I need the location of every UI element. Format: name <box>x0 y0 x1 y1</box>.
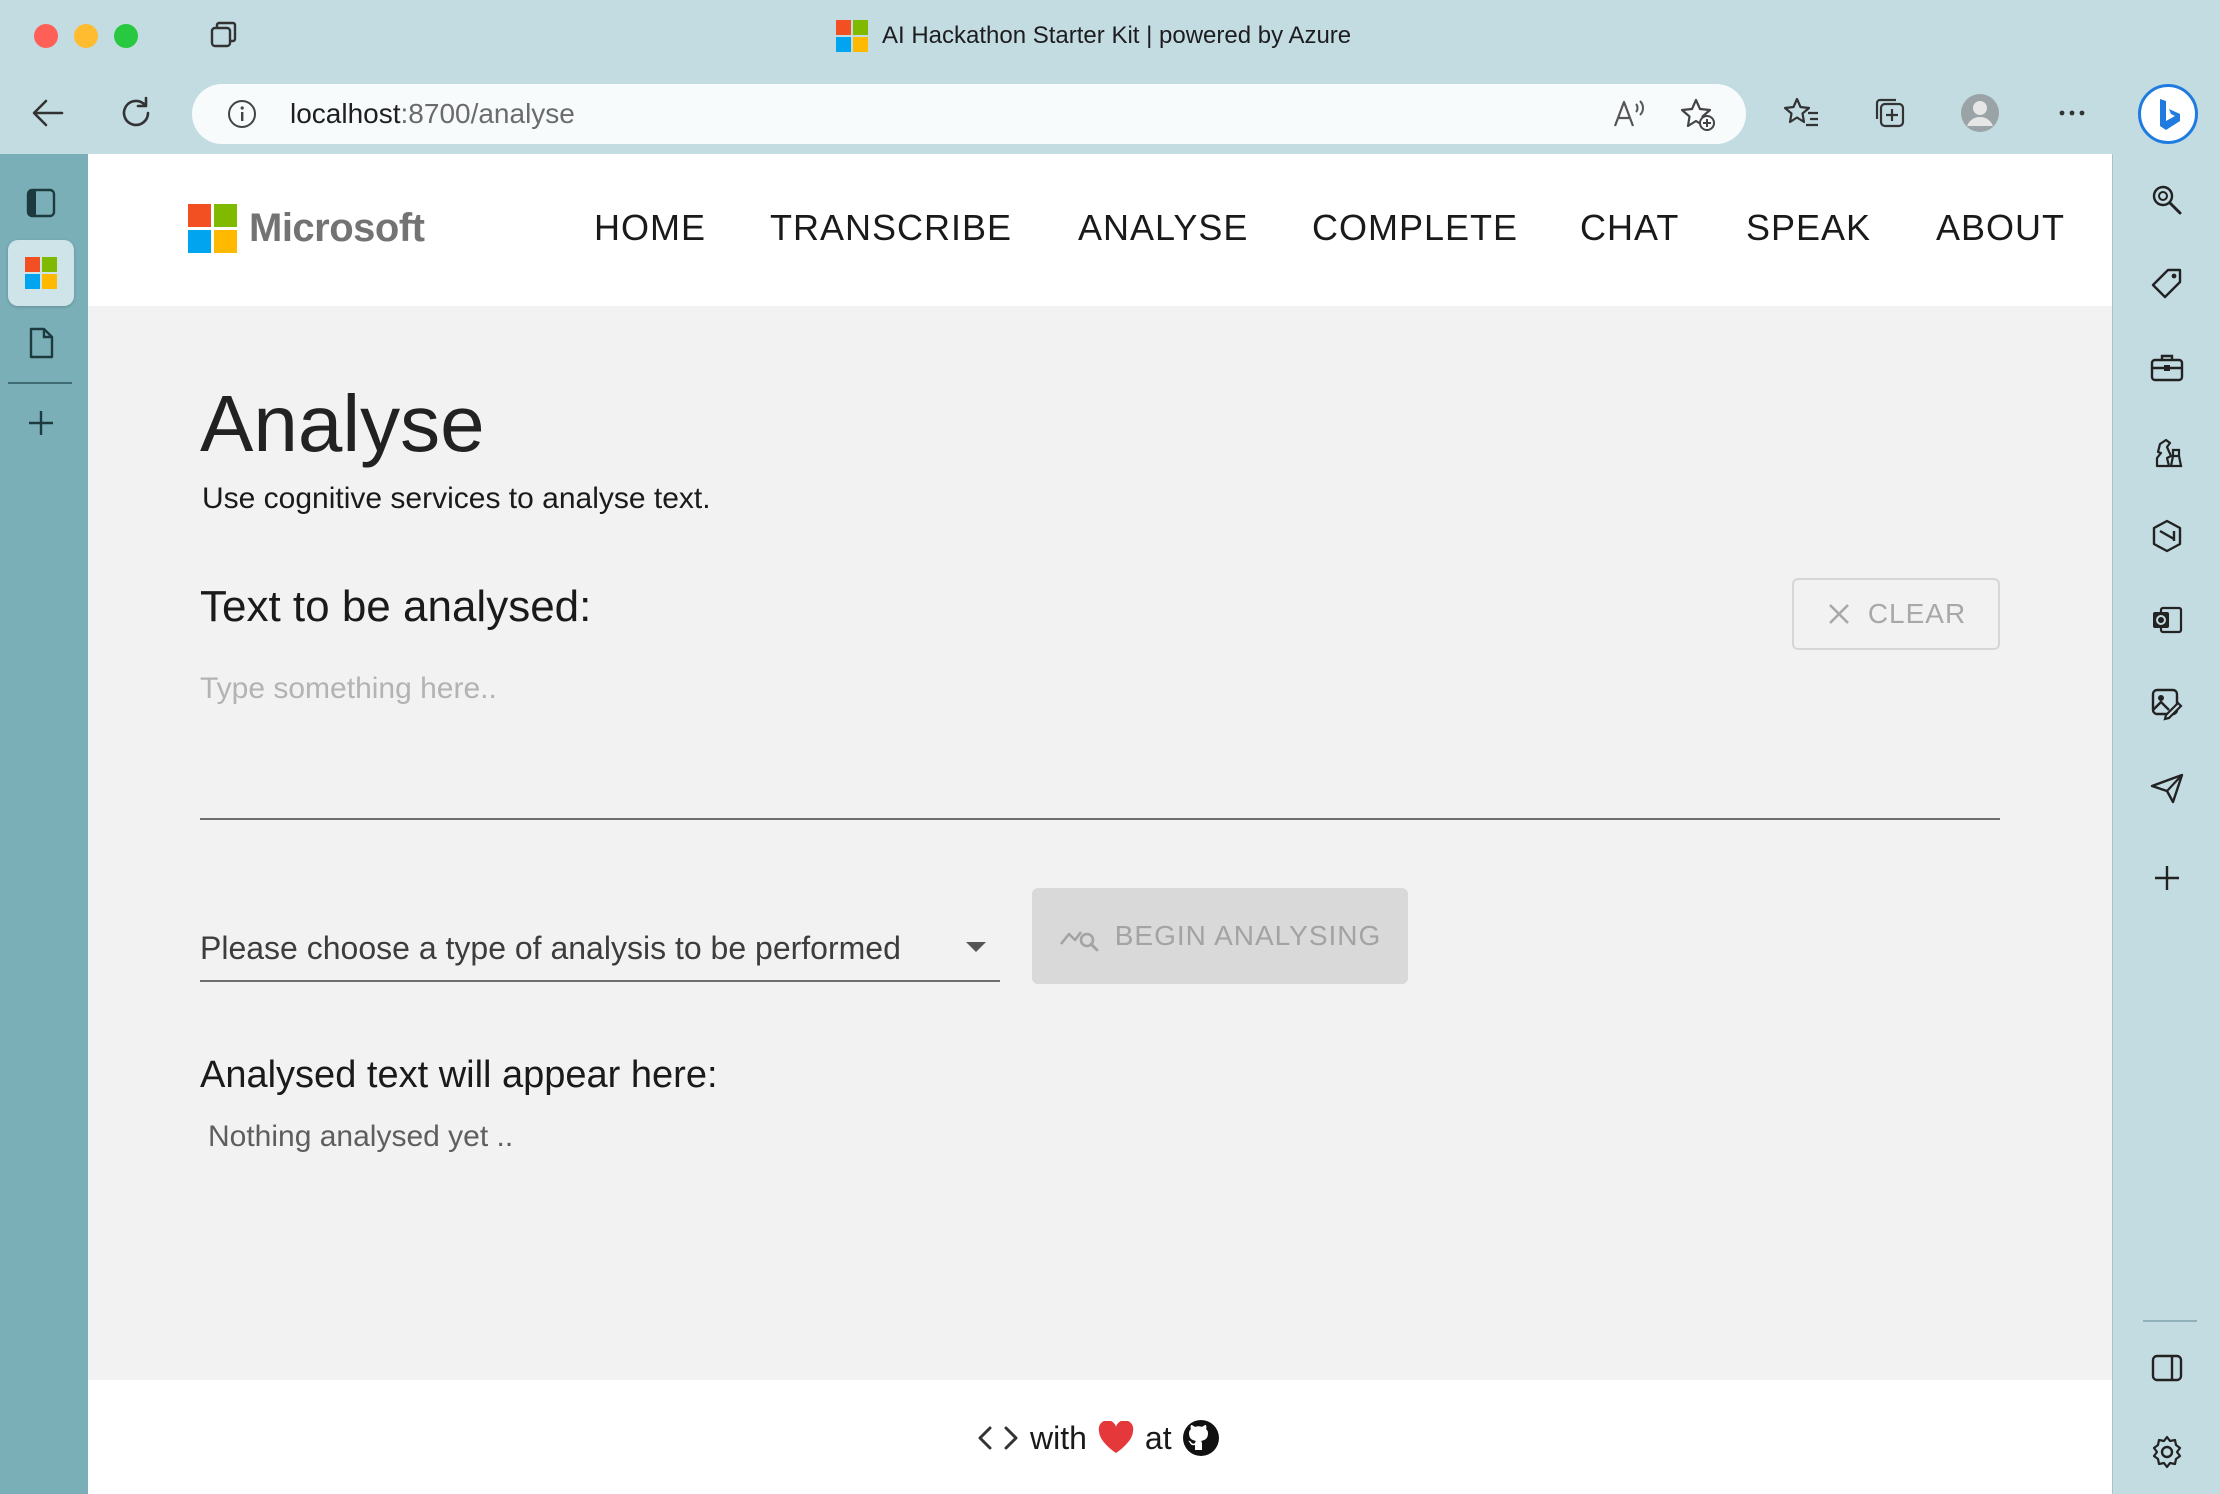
window-title-text: AI Hackathon Starter Kit | powered by Az… <box>882 22 1352 49</box>
nav-transcribe[interactable]: TRANSCRIBE <box>770 206 1012 250</box>
nav-about[interactable]: ABOUT <box>1936 206 2065 250</box>
microsoft-favicon-icon <box>836 20 868 52</box>
read-aloud-icon[interactable] <box>1610 96 1646 132</box>
result-label: Analysed text will appear here: <box>200 1054 718 1096</box>
tab-actions-icon[interactable] <box>206 18 242 54</box>
profile-avatar-icon[interactable] <box>1958 91 2002 135</box>
left-vertical-tabs <box>0 154 86 1494</box>
back-icon[interactable] <box>26 91 70 135</box>
url-path: :8700/analyse <box>400 98 575 129</box>
site-footer: with at <box>88 1380 2112 1494</box>
begin-analysing-button[interactable]: BEGIN ANALYSING <box>1032 888 1408 984</box>
refresh-icon[interactable] <box>114 91 158 135</box>
window-title: AI Hackathon Starter Kit | powered by Az… <box>836 18 1351 54</box>
browser-titlebar: AI Hackathon Starter Kit | powered by Az… <box>0 0 2220 72</box>
image-creator-icon[interactable] <box>2143 680 2191 728</box>
shopping-tag-icon[interactable] <box>2143 260 2191 308</box>
page-viewport: Microsoft HOME TRANSCRIBE ANALYSE COMPLE… <box>88 154 2112 1494</box>
search-icon[interactable] <box>2143 176 2191 224</box>
minimize-window-button[interactable] <box>74 24 98 48</box>
logo-text: Microsoft <box>249 206 425 250</box>
tab-microsoft-site[interactable] <box>8 240 74 306</box>
microsoft-logo-squares-icon <box>188 204 237 253</box>
tab-document-icon[interactable] <box>8 310 74 376</box>
input-label: Text to be analysed: <box>200 582 592 631</box>
nav-analyse[interactable]: ANALYSE <box>1078 206 1248 250</box>
add-favorite-icon[interactable] <box>1680 96 1716 132</box>
split-panel-icon[interactable] <box>2143 1344 2191 1392</box>
url-host: localhost <box>290 98 401 129</box>
games-chess-icon[interactable] <box>2143 428 2191 476</box>
close-window-button[interactable] <box>34 24 58 48</box>
clear-label: CLEAR <box>1867 598 1967 629</box>
nav-chat[interactable]: CHAT <box>1580 206 1679 250</box>
maximize-window-button[interactable] <box>114 24 138 48</box>
right-tools-sidebar <box>2112 154 2220 1494</box>
analysis-type-select[interactable]: Please choose a type of analysis to be p… <box>200 916 1000 982</box>
browser-toolbar: localhost:8700/analyse <box>0 72 2220 154</box>
nav-complete[interactable]: COMPLETE <box>1312 206 1518 250</box>
site-info-icon[interactable] <box>226 98 258 130</box>
heart-icon <box>1098 1421 1134 1453</box>
nav-home[interactable]: HOME <box>594 206 706 250</box>
microsoft-tab-icon <box>25 257 57 289</box>
code-brackets-icon <box>978 1426 1018 1450</box>
add-tool-plus-icon[interactable] <box>2143 854 2191 902</box>
collections-icon[interactable] <box>1868 91 1912 135</box>
nav-speak[interactable]: SPEAK <box>1746 206 1871 250</box>
page-subtitle: Use cognitive services to analyse text. <box>202 482 711 515</box>
microsoft-logo[interactable]: Microsoft <box>188 204 425 253</box>
github-icon[interactable] <box>1182 1419 1220 1457</box>
settings-gear-icon[interactable] <box>2143 1428 2191 1476</box>
page-title: Analyse <box>200 379 485 468</box>
footer-with-text: with <box>1030 1419 1087 1456</box>
tools-briefcase-icon[interactable] <box>2143 344 2191 392</box>
clear-button[interactable]: CLEAR <box>1792 578 2000 650</box>
new-tab-plus-icon[interactable] <box>8 390 74 456</box>
footer-credit: with at <box>976 1416 1220 1460</box>
outlook-icon[interactable] <box>2143 596 2191 644</box>
site-header: Microsoft HOME TRANSCRIBE ANALYSE COMPLE… <box>88 154 2112 306</box>
send-paper-plane-icon[interactable] <box>2143 764 2191 812</box>
text-to-analyse-input[interactable] <box>200 664 2000 820</box>
url-text[interactable]: localhost:8700/analyse <box>290 98 575 130</box>
analysis-type-placeholder: Please choose a type of analysis to be p… <box>200 930 901 966</box>
favorites-icon[interactable] <box>1780 91 1824 135</box>
right-sidebar-divider <box>2143 1320 2197 1322</box>
close-icon <box>1828 604 1849 624</box>
sidebar-panel-icon[interactable] <box>8 170 74 236</box>
analytics-search-icon <box>1059 931 1099 952</box>
footer-at-text: at <box>1144 1419 1172 1456</box>
more-options-icon[interactable] <box>2050 91 2094 135</box>
result-text: Nothing analysed yet .. <box>208 1120 514 1153</box>
bing-copilot-icon[interactable] <box>2138 84 2198 144</box>
sidebar-divider <box>8 382 72 384</box>
begin-analysing-label: BEGIN ANALYSING <box>1114 920 1382 951</box>
address-bar[interactable]: localhost:8700/analyse <box>192 84 1746 144</box>
microsoft-365-icon[interactable] <box>2143 512 2191 560</box>
dropdown-arrow-icon <box>966 942 986 952</box>
